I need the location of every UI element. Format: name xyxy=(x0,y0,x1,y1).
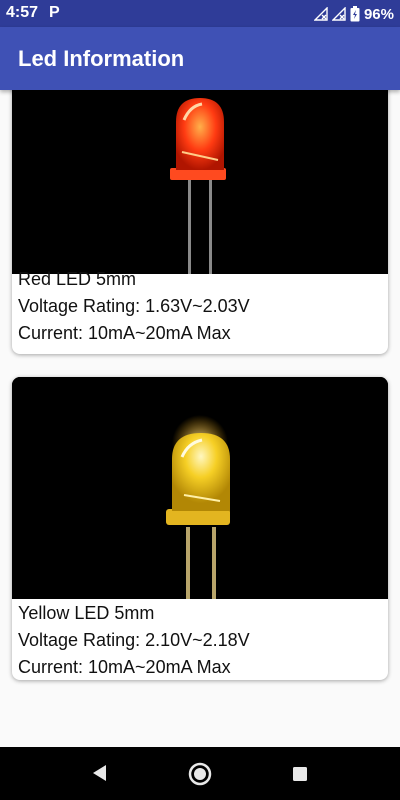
led-voltage: Voltage Rating: 2.10V~2.18V xyxy=(18,630,250,650)
battery-icon xyxy=(350,6,360,22)
led-name: Red LED 5mm xyxy=(18,269,137,289)
signal-x-icon xyxy=(331,7,346,21)
status-icons: 96% xyxy=(313,4,394,24)
back-icon[interactable] xyxy=(90,763,108,783)
led-card[interactable]: Yellow LED 5mm Voltage Rating: 2.10V~2.1… xyxy=(12,377,388,680)
notification-icon: P xyxy=(49,4,60,21)
signal-icon xyxy=(313,7,328,21)
led-info: Red LED 5mm Voltage Rating: 1.63V~2.03V … xyxy=(18,266,250,347)
led-current: Current: 10mA~20mA Max xyxy=(18,323,231,343)
led-photo xyxy=(12,90,388,274)
home-icon[interactable] xyxy=(187,761,213,787)
led-photo xyxy=(12,377,388,599)
recents-icon[interactable] xyxy=(292,766,308,782)
status-bar: 4:57 P 96% xyxy=(0,0,400,27)
led-info: Yellow LED 5mm Voltage Rating: 2.10V~2.1… xyxy=(18,600,250,680)
page-title: Led Information xyxy=(18,46,185,71)
led-current: Current: 10mA~20mA Max xyxy=(18,657,231,677)
status-time: 4:57 xyxy=(6,4,39,21)
led-name: Yellow LED 5mm xyxy=(18,603,155,623)
led-voltage: Voltage Rating: 1.63V~2.03V xyxy=(18,296,250,316)
battery-percent: 96% xyxy=(363,5,394,23)
app-bar: Led Information xyxy=(0,27,400,90)
navigation-bar xyxy=(0,747,400,800)
led-list[interactable]: Red LED 5mm Voltage Rating: 1.63V~2.03V … xyxy=(0,90,400,747)
led-card[interactable]: Red LED 5mm Voltage Rating: 1.63V~2.03V … xyxy=(12,90,388,354)
